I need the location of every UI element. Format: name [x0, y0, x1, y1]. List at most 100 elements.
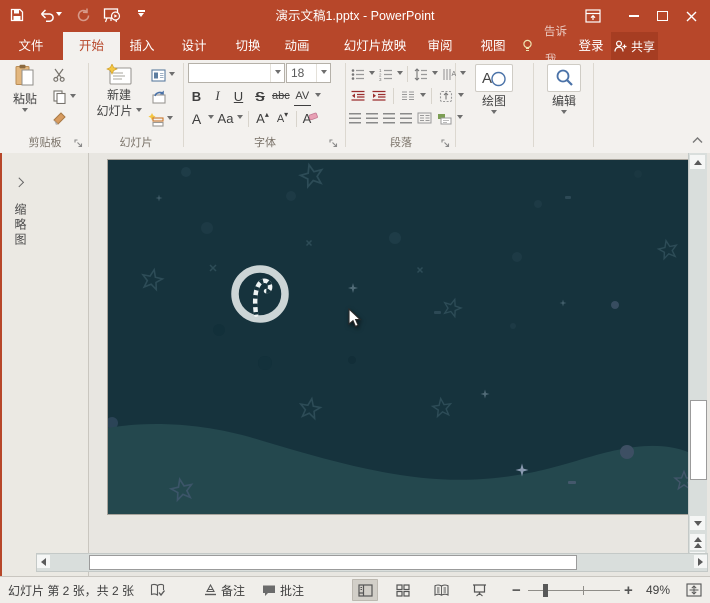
slide-canvas[interactable] [108, 160, 688, 514]
copy-dropdown-icon[interactable] [70, 94, 76, 101]
tab-slideshow[interactable]: 幻灯片放映 [330, 32, 420, 60]
slide-editing-area[interactable] [108, 160, 688, 514]
clipboard-dialog-launcher-icon[interactable] [74, 139, 84, 149]
sign-in-button[interactable]: 登录 [574, 32, 608, 60]
align-right-button[interactable] [383, 113, 395, 124]
paste-dropdown-icon[interactable] [22, 108, 28, 115]
bold-button[interactable]: B [188, 87, 205, 106]
strikethrough-button[interactable]: S [251, 87, 268, 106]
maximize-button[interactable] [648, 0, 677, 32]
add-remove-columns-button[interactable] [417, 109, 432, 127]
slide-number-indicator[interactable]: 幻灯片 第 2 张，共 2 张 [8, 577, 134, 603]
align-left-button[interactable] [349, 113, 361, 124]
zoom-level-button[interactable]: 49% [646, 577, 670, 603]
tab-home[interactable]: 开始 [63, 32, 120, 60]
shrink-font-button[interactable]: A▾ [274, 109, 291, 128]
italic-button[interactable]: I [209, 87, 226, 106]
text-direction-button[interactable]: A [440, 65, 458, 83]
customize-qat-icon[interactable] [130, 4, 152, 26]
character-spacing-dropdown-icon[interactable] [315, 93, 321, 100]
font-color-button[interactable]: A [188, 109, 205, 128]
font-color-dropdown-icon[interactable] [208, 115, 214, 122]
drawing-button[interactable]: A 绘图 [470, 64, 518, 117]
scroll-up-button[interactable] [690, 155, 705, 169]
slideshow-from-beginning-icon[interactable] [101, 4, 123, 26]
previous-slide-button[interactable] [690, 534, 705, 550]
minimize-button[interactable] [619, 0, 648, 32]
tab-animations[interactable]: 动画 [277, 32, 317, 60]
tell-me-box[interactable]: 告诉我... [522, 32, 574, 60]
thumbnails-panel[interactable]: 缩略图 [2, 153, 89, 576]
decrease-indent-button[interactable] [349, 87, 367, 105]
cut-button[interactable] [50, 66, 68, 84]
tab-file[interactable]: 文件 [10, 32, 52, 60]
reading-view-button[interactable] [428, 579, 454, 601]
font-dialog-launcher-icon[interactable] [329, 139, 339, 149]
clear-formatting-button[interactable]: A [302, 109, 319, 128]
zoom-in-button[interactable]: + [624, 577, 633, 603]
new-slide-dropdown-icon[interactable] [136, 108, 142, 115]
zoom-slider-track[interactable] [528, 590, 620, 591]
align-center-button[interactable] [366, 113, 378, 124]
layout-dropdown-icon[interactable] [169, 72, 175, 79]
bullets-button[interactable] [349, 65, 367, 83]
notes-button[interactable]: 备注 [204, 577, 245, 603]
spell-check-button[interactable] [150, 577, 165, 603]
grow-font-button[interactable]: A▴ [254, 109, 271, 128]
scroll-down-button[interactable] [690, 516, 705, 530]
copy-button[interactable] [50, 88, 68, 106]
share-button[interactable]: 共享 [611, 32, 658, 60]
text-shadow-button[interactable]: abc [272, 87, 290, 106]
align-text-button[interactable] [437, 87, 455, 105]
line-spacing-button[interactable] [412, 65, 430, 83]
character-spacing-button[interactable]: AV [294, 86, 311, 106]
reset-button[interactable] [149, 88, 167, 106]
comments-button[interactable]: 批注 [262, 577, 304, 603]
new-slide-button[interactable]: 新建 幻灯片 [93, 64, 145, 118]
zoom-out-button[interactable]: − [512, 577, 521, 603]
zoom-slider-handle[interactable] [543, 584, 548, 597]
font-name-combobox[interactable] [188, 63, 285, 83]
slide-show-button[interactable] [466, 579, 492, 601]
normal-view-button[interactable] [352, 579, 378, 601]
columns-dropdown-icon[interactable] [420, 93, 426, 100]
scroll-left-button[interactable] [37, 555, 50, 568]
vertical-scrollbar-thumb[interactable] [690, 400, 707, 480]
paragraph-dialog-launcher-icon[interactable] [441, 139, 451, 149]
tab-review[interactable]: 审阅 [418, 32, 462, 60]
save-icon[interactable] [6, 4, 28, 26]
horizontal-scrollbar[interactable] [36, 553, 708, 572]
increase-indent-button[interactable] [370, 87, 388, 105]
line-spacing-dropdown-icon[interactable] [432, 71, 438, 78]
scroll-right-button[interactable] [694, 555, 707, 568]
section-dropdown-icon[interactable] [167, 116, 173, 123]
numbering-dropdown-icon[interactable] [397, 71, 403, 78]
numbering-button[interactable]: 123 [377, 65, 395, 83]
change-case-button[interactable]: Aa [217, 109, 234, 128]
paste-button[interactable]: 粘贴 [6, 64, 44, 115]
font-size-combobox[interactable]: 18 [286, 63, 331, 83]
editing-dropdown-icon[interactable] [561, 110, 567, 117]
horizontal-scrollbar-thumb[interactable] [89, 555, 577, 570]
justify-button[interactable] [400, 113, 412, 124]
underline-button[interactable]: U [230, 87, 247, 106]
convert-to-smartart-button[interactable] [437, 109, 452, 127]
tab-insert[interactable]: 插入 [122, 32, 162, 60]
undo-dropdown-icon[interactable] [56, 12, 62, 19]
change-case-dropdown-icon[interactable] [237, 115, 243, 122]
tab-design[interactable]: 设计 [174, 32, 214, 60]
slide-sorter-view-button[interactable] [390, 579, 416, 601]
tab-view[interactable]: 视图 [472, 32, 514, 60]
section-button[interactable] [147, 110, 165, 128]
layout-button[interactable] [149, 66, 167, 84]
bullets-dropdown-icon[interactable] [369, 71, 375, 78]
collapse-ribbon-icon[interactable] [692, 136, 704, 146]
columns-button[interactable] [399, 87, 417, 105]
tab-transitions[interactable]: 切换 [228, 32, 268, 60]
format-painter-button[interactable] [50, 110, 68, 128]
editing-button[interactable]: 编辑 [542, 64, 586, 117]
ribbon-display-options-icon[interactable] [578, 0, 607, 32]
undo-icon[interactable] [35, 4, 65, 26]
vertical-scrollbar[interactable] [688, 153, 707, 570]
close-button[interactable] [677, 0, 706, 32]
